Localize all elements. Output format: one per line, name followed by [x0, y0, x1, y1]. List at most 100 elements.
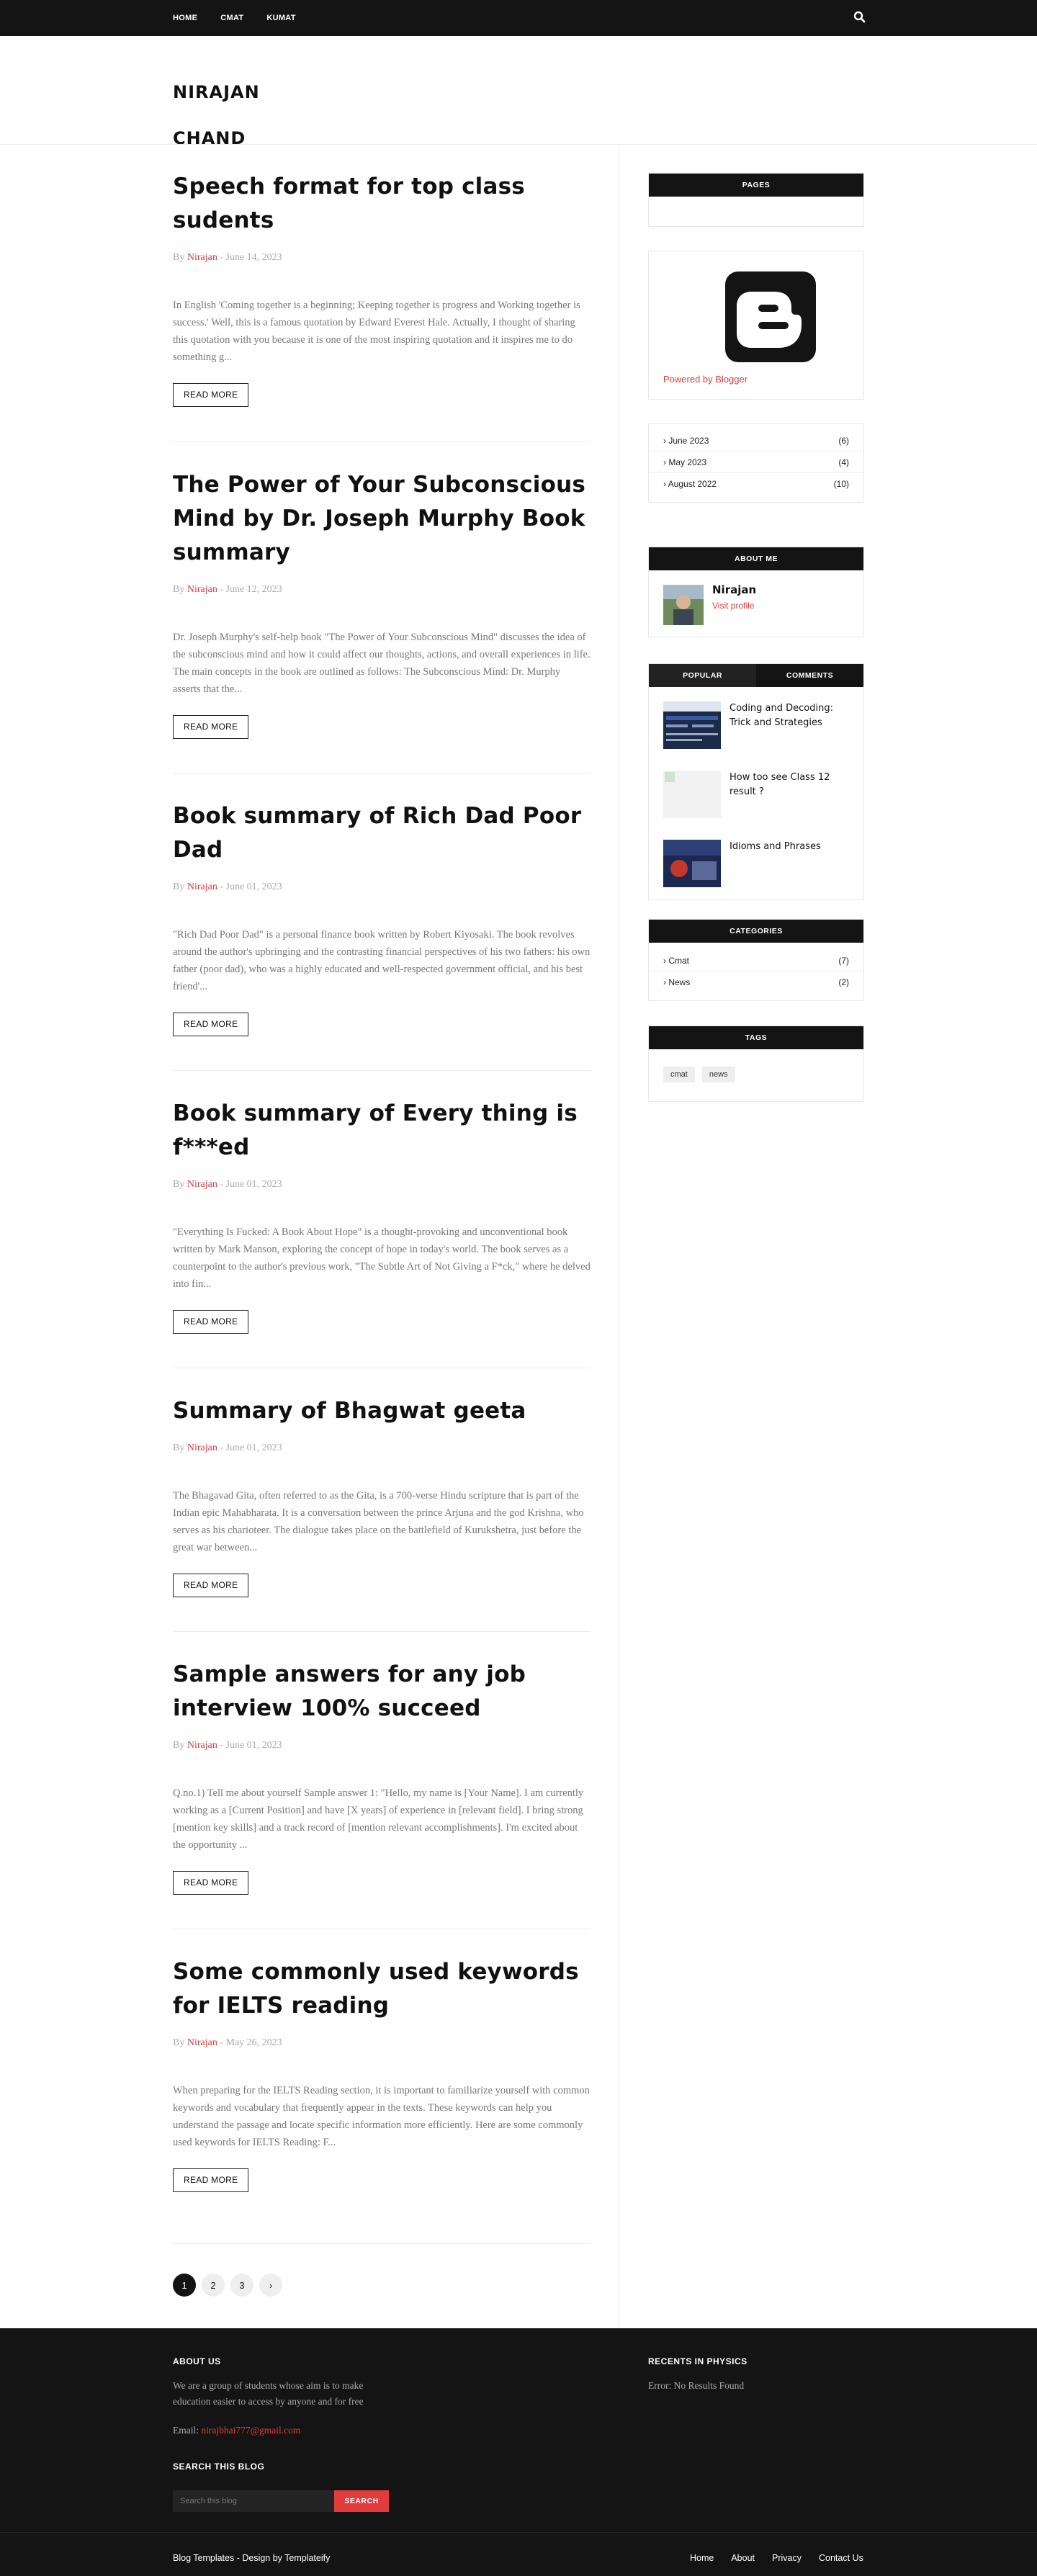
archive-label: › June 2023 [663, 435, 709, 446]
post-author[interactable]: Nirajan [187, 584, 217, 595]
powered-by-blogger-link[interactable]: Powered by Blogger [663, 374, 748, 385]
blogger-widget: Powered by Blogger [648, 251, 864, 400]
archive-item[interactable]: › May 2023 (4) [649, 452, 863, 473]
tab-comments[interactable]: COMMENTS [756, 664, 863, 687]
popular-post-item[interactable]: Coding and Decoding: Trick and Strategie… [663, 701, 850, 749]
search-icon[interactable] [853, 10, 867, 24]
avatar[interactable] [663, 585, 704, 625]
popular-post-item[interactable]: How too see Class 12 result ? [663, 771, 850, 818]
footer-credit[interactable]: Blog Templates - Design by Templateify [173, 2553, 330, 2563]
post-author[interactable]: Nirajan [187, 1442, 217, 1453]
read-more-button[interactable]: READ MORE [173, 1574, 249, 1597]
pages-widget: PAGES [648, 173, 864, 227]
nav-home[interactable]: HOME [173, 14, 197, 22]
post-by: By [173, 1179, 187, 1190]
footer-email-link[interactable]: nirajbhai777@gmail.com [201, 2425, 300, 2436]
post-divider [173, 1070, 591, 1071]
read-more-button[interactable]: READ MORE [173, 2168, 249, 2192]
footer-search-title: SEARCH THIS BLOG [173, 2461, 265, 2472]
about-me-widget: ABOUT ME Nirajan Visit profile [648, 547, 864, 637]
read-more-button[interactable]: READ MORE [173, 1310, 249, 1334]
post-item: The Power of Your Subconscious Mind by D… [173, 468, 591, 739]
categories-widget: CATEGORIES › Cmat (7) › News (2) [648, 919, 864, 1001]
footer [0, 2328, 1037, 2576]
archive-item[interactable]: › August 2022 (10) [649, 473, 863, 495]
footer-link-about[interactable]: About [731, 2553, 755, 2563]
widget-title: CATEGORIES [649, 920, 863, 943]
footer-link-home[interactable]: Home [690, 2553, 714, 2563]
blogger-logo-icon[interactable] [725, 271, 816, 362]
header-divider [0, 144, 1037, 145]
widget-title: TAGS [649, 1026, 863, 1049]
page-1[interactable]: 1 [173, 2274, 196, 2297]
post-date: - June 01, 2023 [217, 881, 282, 892]
post-date: - June 01, 2023 [217, 1740, 282, 1751]
archive-count: (10) [833, 479, 849, 489]
category-item[interactable]: › News (2) [649, 971, 863, 993]
tag-news[interactable]: news [701, 1067, 735, 1082]
footer-links: Home About Privacy Contact Us [690, 2553, 863, 2563]
post-meta: By Nirajan - June 01, 2023 [173, 1442, 591, 1454]
post-thumbnail[interactable] [663, 771, 721, 818]
post-meta: By Nirajan - June 01, 2023 [173, 881, 591, 893]
widget-title: PAGES [649, 174, 863, 197]
archive-item[interactable]: › June 2023 (6) [649, 430, 863, 452]
post-author[interactable]: Nirajan [187, 1740, 217, 1751]
post-title[interactable]: Book summary of Rich Dad Poor Dad [173, 799, 591, 867]
site-title-line2: CHAND [173, 128, 246, 148]
category-label: › Cmat [663, 955, 689, 966]
post-title[interactable]: Book summary of Every thing is f***ed [173, 1097, 591, 1164]
nav-kumat[interactable]: KUMAT [266, 14, 295, 22]
footer-link-privacy[interactable]: Privacy [772, 2553, 802, 2563]
popular-post-title[interactable]: Coding and Decoding: Trick and Strategie… [730, 701, 850, 730]
category-item[interactable]: › Cmat (7) [649, 950, 863, 971]
post-date: - June 01, 2023 [217, 1442, 282, 1453]
tag-cmat[interactable]: cmat [663, 1067, 695, 1082]
post-author[interactable]: Nirajan [187, 252, 217, 263]
page-3[interactable]: 3 [230, 2274, 253, 2297]
nav-cmat[interactable]: CMAT [220, 14, 243, 22]
post-item: Sample answers for any job interview 100… [173, 1658, 591, 1895]
next-page-button[interactable]: › [259, 2274, 282, 2297]
post-thumbnail[interactable] [663, 840, 721, 887]
footer-recents-title: RECENTS IN PHYSICS [648, 2356, 748, 2366]
post-title[interactable]: The Power of Your Subconscious Mind by D… [173, 468, 591, 570]
popular-post-title[interactable]: Idioms and Phrases [730, 840, 850, 854]
post-by: By [173, 252, 187, 263]
read-more-button[interactable]: READ MORE [173, 1871, 249, 1895]
read-more-button[interactable]: READ MORE [173, 715, 249, 739]
archive-count: (6) [838, 435, 849, 446]
popular-post-title[interactable]: How too see Class 12 result ? [730, 771, 850, 799]
post-title[interactable]: Speech format for top class sudents [173, 170, 591, 238]
page-2[interactable]: 2 [202, 2274, 225, 2297]
read-more-button[interactable]: READ MORE [173, 1013, 249, 1036]
post-divider [173, 2243, 591, 2244]
category-count: (7) [838, 955, 849, 966]
main-menu: HOME CMAT KUMAT [173, 0, 296, 36]
footer-about-text: We are a group of students whose aim is … [173, 2380, 364, 2407]
site-title[interactable]: NIRAJAN CHAND [173, 69, 317, 161]
post-author[interactable]: Nirajan [187, 881, 217, 892]
post-by: By [173, 584, 187, 595]
visit-profile-link[interactable]: Visit profile [712, 601, 754, 611]
footer-search-input[interactable] [173, 2490, 334, 2512]
post-thumbnail[interactable] [663, 701, 721, 749]
footer-email-label: Email: [173, 2425, 202, 2436]
read-more-button[interactable]: READ MORE [173, 383, 249, 407]
post-item: Speech format for top class sudents By N… [173, 170, 591, 407]
footer-about-title: ABOUT US [173, 2356, 221, 2366]
top-navbar: HOME CMAT KUMAT [0, 0, 1037, 36]
post-author[interactable]: Nirajan [187, 2037, 217, 2048]
footer-search-button[interactable]: SEARCH [334, 2490, 389, 2512]
author-name[interactable]: Nirajan [712, 583, 756, 596]
popular-post-item[interactable]: Idioms and Phrases [663, 840, 850, 887]
tab-popular[interactable]: POPULAR [649, 664, 756, 687]
post-title[interactable]: Summary of Bhagwat geeta [173, 1394, 591, 1428]
post-title[interactable]: Sample answers for any job interview 100… [173, 1658, 591, 1725]
post-by: By [173, 881, 187, 892]
footer-divider [0, 2532, 1037, 2533]
footer-link-contact[interactable]: Contact Us [819, 2553, 863, 2563]
post-title[interactable]: Some commonly used keywords for IELTS re… [173, 1955, 591, 2023]
post-excerpt: In English 'Coming together is a beginni… [173, 300, 580, 363]
post-author[interactable]: Nirajan [187, 1179, 217, 1190]
